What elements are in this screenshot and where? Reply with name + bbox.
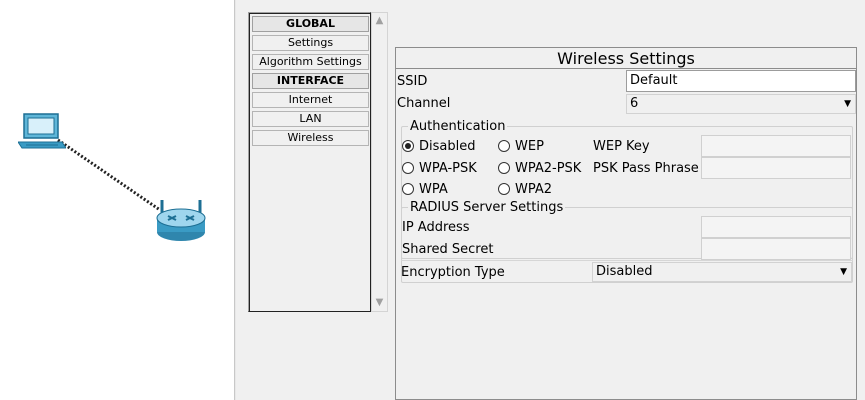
- chevron-down-icon: ▼: [844, 99, 851, 109]
- nav-header-global: GLOBAL: [252, 16, 369, 32]
- ip-address-input[interactable]: [701, 216, 851, 238]
- auth-disabled-radio[interactable]: Disabled: [402, 138, 475, 156]
- auth-wpa-psk-radio[interactable]: WPA-PSK: [402, 160, 477, 178]
- nav-scrollbar[interactable]: ▲ ▼: [371, 12, 388, 312]
- nav-item-settings[interactable]: Settings: [252, 35, 369, 51]
- pc-icon[interactable]: [17, 112, 67, 156]
- chevron-down-icon: ▼: [840, 267, 847, 277]
- psk-pass-phrase-input[interactable]: [701, 157, 851, 179]
- radio-icon: [402, 183, 414, 195]
- scroll-down-icon[interactable]: ▼: [372, 295, 387, 310]
- config-navigation-list: GLOBAL Settings Algorithm Settings INTER…: [248, 12, 371, 312]
- authentication-legend: Authentication: [408, 119, 508, 135]
- psk-pass-phrase-label: PSK Pass Phrase: [593, 161, 699, 176]
- wireless-settings-panel: Wireless Settings SSID Default Channel 6…: [395, 47, 857, 400]
- auth-wep-radio[interactable]: WEP: [498, 138, 544, 156]
- auth-wpa-radio[interactable]: WPA: [402, 181, 448, 199]
- auth-wpa2-radio[interactable]: WPA2: [498, 181, 552, 199]
- radio-icon: [402, 162, 414, 174]
- auth-wep-label: WEP: [515, 139, 544, 154]
- nav-item-internet[interactable]: Internet: [252, 92, 369, 108]
- ssid-input[interactable]: Default: [626, 70, 856, 92]
- encryption-type-value: Disabled: [596, 264, 653, 279]
- channel-label: Channel: [397, 96, 451, 111]
- auth-wpa2-psk-radio[interactable]: WPA2-PSK: [498, 160, 581, 178]
- auth-wpa2-label: WPA2: [515, 182, 553, 197]
- auth-wpa-psk-label: WPA-PSK: [419, 161, 477, 176]
- nav-header-interface: INTERFACE: [252, 73, 369, 89]
- wep-key-label: WEP Key: [593, 139, 650, 154]
- shared-secret-input[interactable]: [701, 238, 851, 260]
- channel-value: 6: [630, 96, 639, 111]
- shared-secret-label: Shared Secret: [402, 242, 494, 257]
- nav-item-wireless[interactable]: Wireless: [252, 130, 369, 146]
- wep-key-input[interactable]: [701, 135, 851, 157]
- nav-item-algorithm-settings[interactable]: Algorithm Settings: [252, 54, 369, 70]
- radio-icon: [498, 162, 510, 174]
- scroll-up-icon[interactable]: ▲: [372, 13, 387, 28]
- radio-icon: [498, 183, 510, 195]
- divider: [401, 260, 853, 261]
- nav-item-lan[interactable]: LAN: [252, 111, 369, 127]
- radio-checked-icon: [402, 140, 414, 152]
- channel-select[interactable]: 6 ▼: [626, 94, 856, 114]
- radio-icon: [498, 140, 510, 152]
- auth-disabled-label: Disabled: [419, 139, 476, 154]
- workspace-divider[interactable]: [234, 0, 236, 400]
- wireless-router-icon[interactable]: [154, 198, 208, 246]
- auth-wpa2-psk-label: WPA2-PSK: [515, 161, 582, 176]
- radius-legend: RADIUS Server Settings: [408, 200, 566, 216]
- auth-wpa-label: WPA: [419, 182, 448, 197]
- encryption-type-select[interactable]: Disabled ▼: [592, 262, 852, 282]
- ip-address-label: IP Address: [402, 220, 470, 235]
- panel-title: Wireless Settings: [396, 48, 856, 69]
- encryption-type-label: Encryption Type: [401, 265, 505, 280]
- ssid-label: SSID: [397, 74, 428, 89]
- workspace-canvas[interactable]: [0, 0, 234, 400]
